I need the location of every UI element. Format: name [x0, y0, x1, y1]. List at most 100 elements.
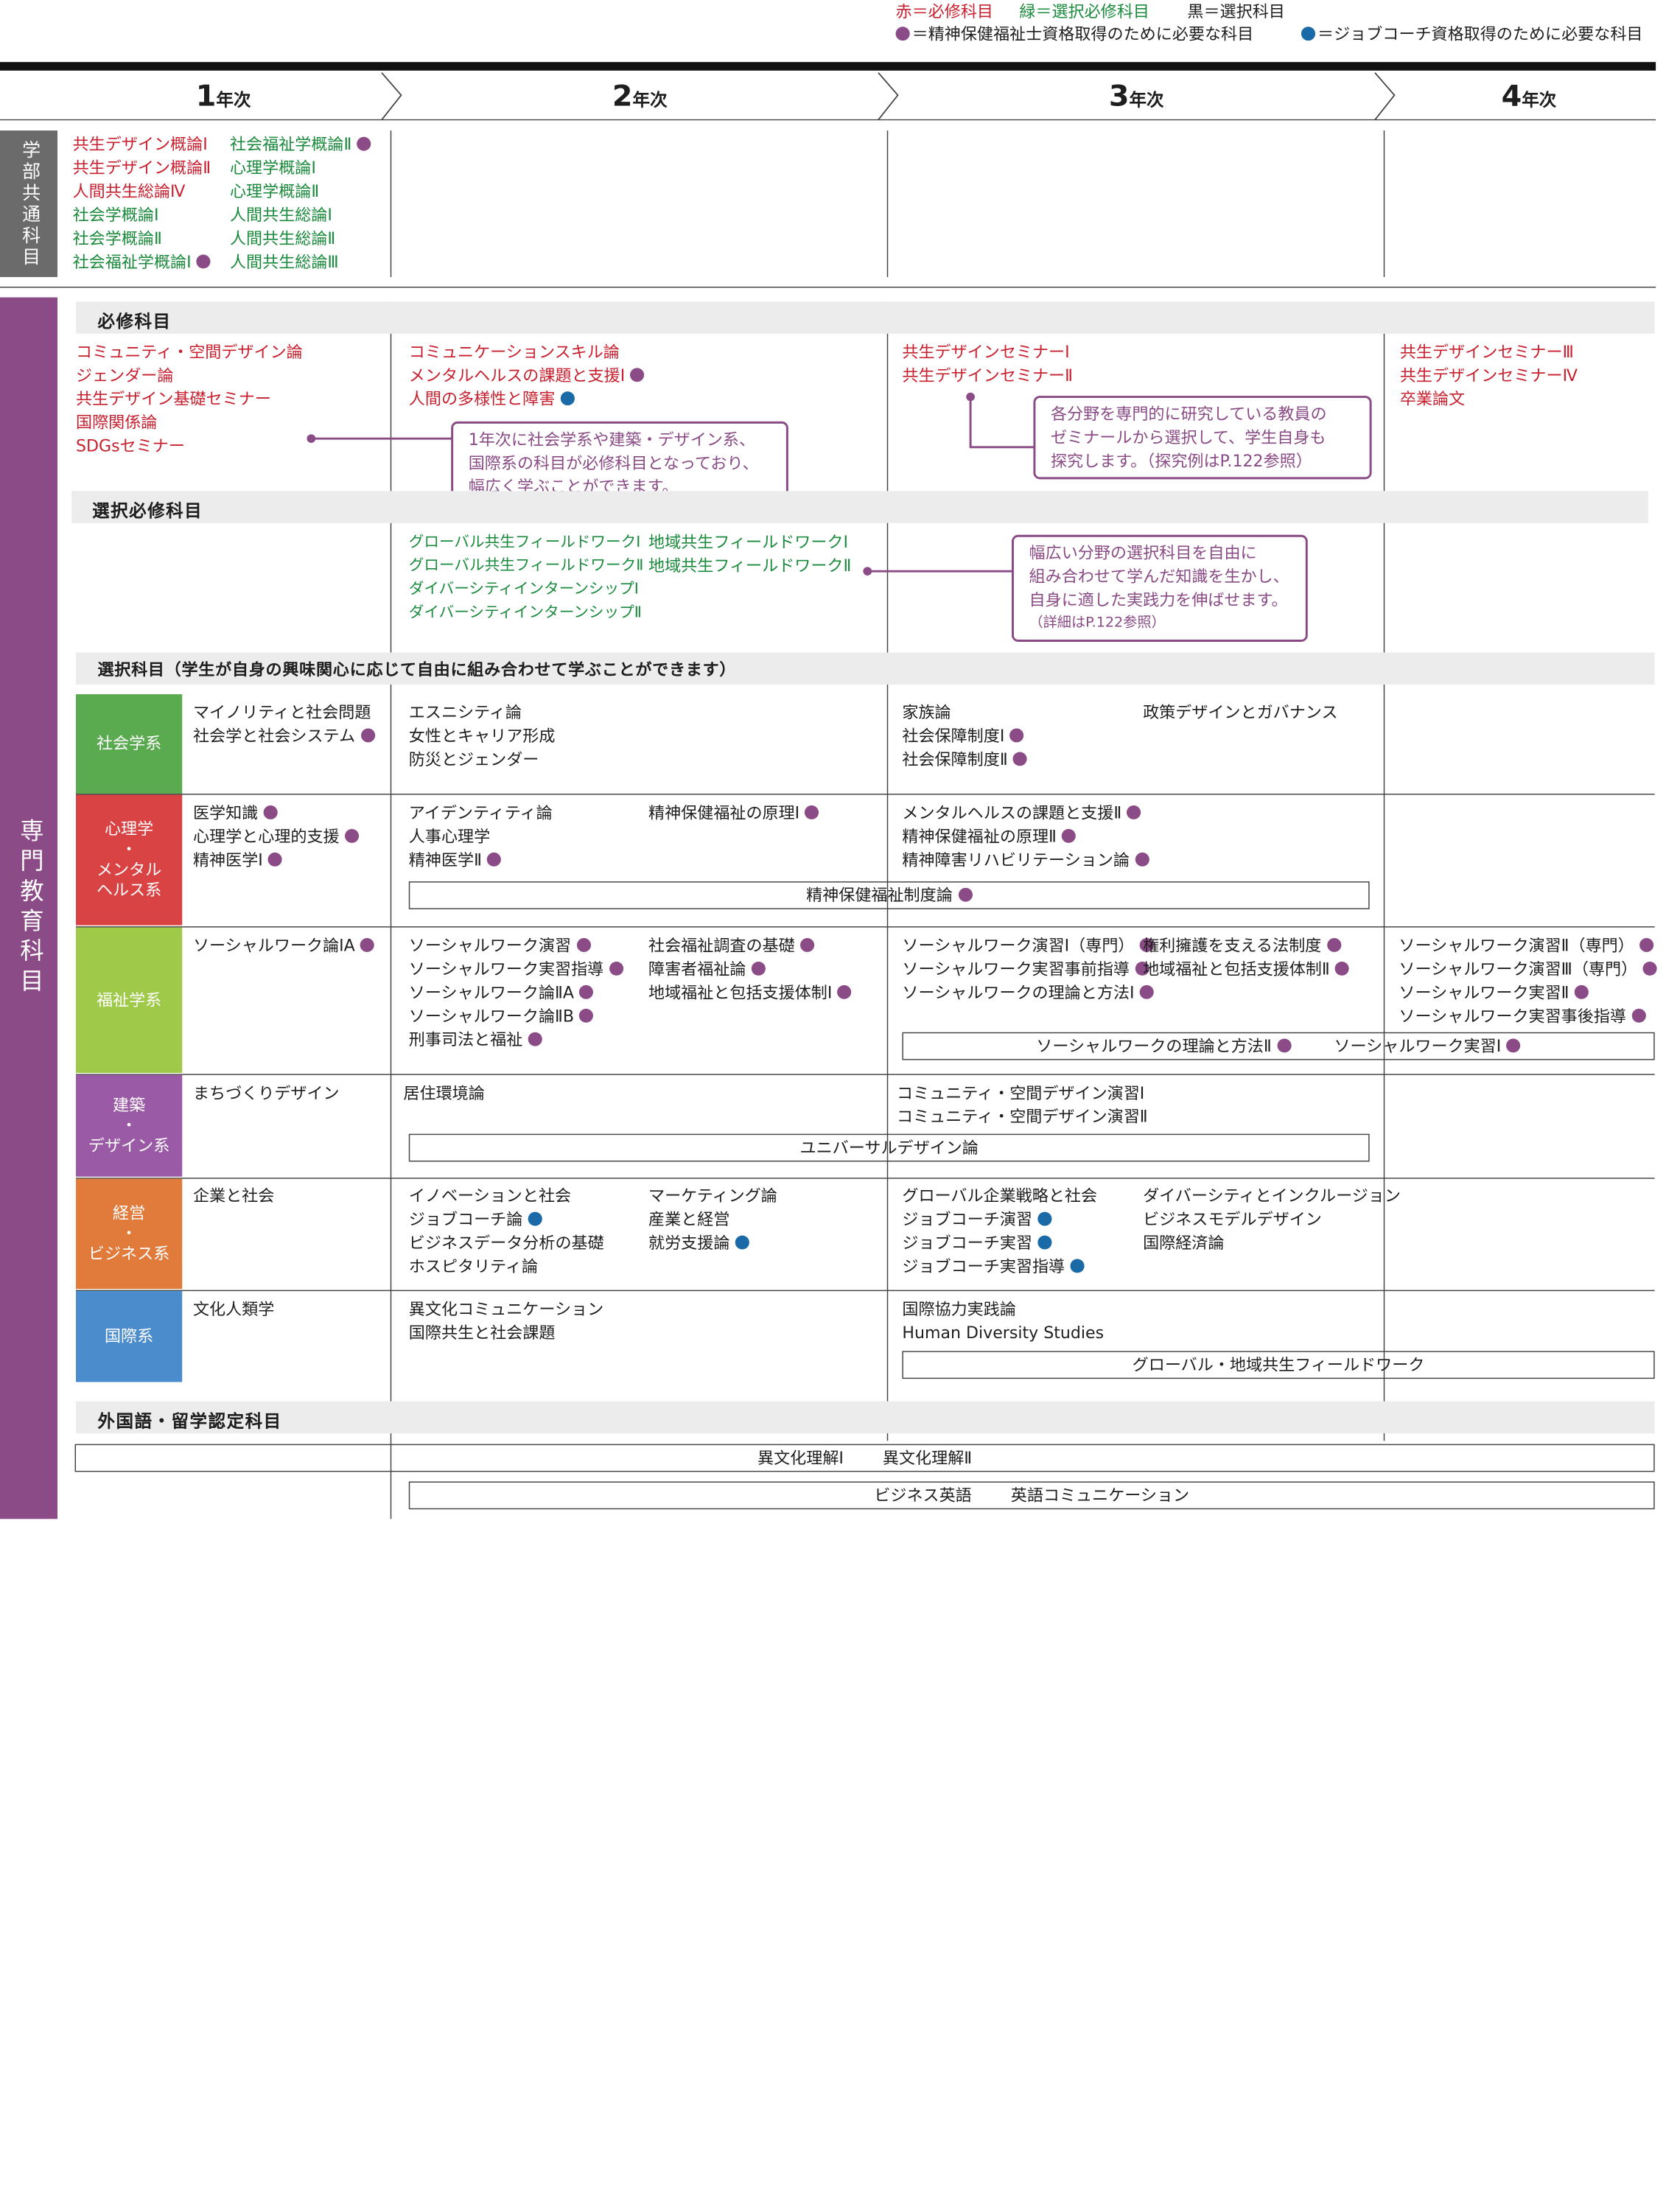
course: ジョブコーチ論	[409, 1208, 542, 1231]
course: ソーシャルワーク実習事前指導	[902, 957, 1149, 981]
blue-dot-icon	[1037, 1235, 1052, 1250]
purple-dot-icon	[360, 938, 375, 952]
course: 医学知識	[193, 801, 278, 825]
sidebar-specialized-label: 専門教育科目	[15, 818, 43, 998]
course: グローバル共生フィールドワークⅡ	[408, 557, 644, 575]
course: 地域福祉と包括支援体制Ⅰ	[648, 981, 852, 1004]
purple-dot-icon	[360, 728, 375, 743]
course: アイデンティティ論	[408, 803, 553, 823]
course: マーケティング論	[648, 1186, 777, 1206]
course: 社会保障制度Ⅰ	[902, 724, 1024, 748]
purple-dot-icon	[1574, 984, 1589, 999]
course: ダイバーシティとインクルージョン	[1143, 1186, 1401, 1206]
course: 地域共生フィールドワークⅠ	[648, 532, 848, 553]
course: 精神保健福祉の原理Ⅱ	[902, 825, 1077, 848]
span-course: ソーシャルワークの理論と方法Ⅱ ソーシャルワーク実習Ⅰ	[902, 1032, 1655, 1060]
purple-dot-icon	[837, 984, 852, 999]
course: コミュニティ・空間デザイン演習Ⅱ	[897, 1107, 1148, 1127]
course: まちづくりデザイン	[192, 1083, 340, 1103]
purple-dot-icon	[1009, 728, 1024, 743]
purple-dot-icon	[1139, 984, 1154, 999]
course: 精神障害リハビリテーション論	[902, 848, 1149, 872]
purple-dot-icon	[263, 805, 278, 819]
course: ソーシャルワーク論ⅡA	[409, 981, 594, 1004]
course: イノベーションと社会	[408, 1186, 572, 1206]
course: ソーシャルワーク実習事後指導	[1399, 1004, 1646, 1028]
course: ダイバーシティインターンシップⅠ	[408, 581, 639, 598]
course: 精神医学Ⅱ	[409, 848, 502, 872]
category-international: 国際系	[76, 1291, 183, 1382]
row-divider	[76, 1290, 1655, 1292]
course: ホスピタリティ論	[408, 1256, 539, 1276]
category-architecture: 建築・デザイン系	[76, 1074, 183, 1177]
course: 地域福祉と包括支援体制Ⅱ	[1143, 957, 1350, 981]
purple-dot-icon	[800, 938, 815, 952]
course: 社会保障制度Ⅱ	[902, 748, 1028, 772]
row-divider	[76, 926, 1655, 928]
purple-dot-icon	[1642, 961, 1657, 976]
blue-dot-icon	[528, 1211, 542, 1226]
purple-dot-icon	[958, 887, 973, 902]
course: 心理学と心理的支援	[193, 825, 360, 848]
course: ジョブコーチ実習指導	[902, 1255, 1085, 1279]
purple-dot-icon	[751, 961, 766, 976]
category-business: 経営・ビジネス系	[76, 1178, 183, 1290]
span-course: 精神保健福祉制度論	[408, 881, 1370, 909]
course: グローバル共生フィールドワークⅠ	[408, 534, 641, 551]
blue-dot-icon	[1070, 1259, 1085, 1273]
blue-dot-icon	[1037, 1211, 1052, 1226]
span-course: ビジネス英語 英語コミュニケーション	[408, 1481, 1655, 1510]
purple-dot-icon	[1127, 805, 1141, 819]
course: グローバル企業戦略と社会	[902, 1186, 1098, 1206]
course: Human Diversity Studies	[902, 1323, 1105, 1343]
course: ソーシャルワーク論ⅡB	[409, 1004, 594, 1028]
course: ソーシャルワーク論ⅠA	[193, 934, 375, 957]
purple-dot-icon	[579, 1008, 594, 1023]
course: 精神医学Ⅰ	[193, 848, 283, 872]
foreign-title: 外国語・留学認定科目	[97, 1410, 282, 1432]
course: ビジネスモデルデザイン	[1143, 1209, 1322, 1229]
course: メンタルヘルスの課題と支援Ⅱ	[902, 801, 1141, 825]
course: ジョブコーチ実習	[902, 1231, 1052, 1255]
course: 国際経済論	[1143, 1233, 1225, 1253]
elective-title: 選択科目（学生が自身の興味関心に応じて自由に組み合わせて学ぶことができます）	[97, 660, 737, 679]
purple-dot-icon	[1335, 961, 1350, 976]
purple-dot-icon	[579, 984, 594, 999]
blue-dot-icon	[735, 1235, 749, 1250]
span-course: グローバル・地域共生フィールドワーク	[902, 1351, 1655, 1379]
course: 家族論	[902, 702, 951, 722]
foreign-bar	[76, 1401, 1655, 1434]
course: ジョブコーチ演習	[902, 1208, 1052, 1231]
purple-dot-icon	[487, 852, 502, 867]
note-elective-required: 幅広い分野の選択科目を自由に 組み合わせて学んだ知識を生かし、 自身に適した実践力を…	[1012, 534, 1308, 642]
span-course: 異文化理解Ⅰ 異文化理解Ⅱ	[74, 1444, 1655, 1472]
purple-dot-icon	[268, 852, 283, 867]
course: ソーシャルワーク実習指導	[409, 957, 623, 981]
course: ビジネスデータ分析の基礎	[408, 1233, 604, 1253]
course: ソーシャルワーク演習Ⅲ（専門）	[1399, 957, 1657, 981]
span-course: ユニバーサルデザイン論	[408, 1133, 1370, 1162]
course: 女性とキャリア形成	[408, 726, 556, 746]
course: 企業と社会	[192, 1186, 275, 1206]
course: マイノリティと社会問題	[192, 702, 371, 722]
course: 国際共生と社会課題	[408, 1323, 556, 1343]
elective-required-title: 選択必修科目	[92, 500, 203, 521]
note-seminar: 各分野を専門的に研究している教員の ゼミナールから選択して、学生自身も 探究します。…	[1033, 396, 1372, 480]
course: ダイバーシティインターンシップⅡ	[408, 604, 642, 622]
course: 文化人類学	[192, 1299, 275, 1319]
course: 権利擁護を支える法制度	[1143, 934, 1341, 957]
course: エスニシティ論	[408, 702, 522, 722]
course: 社会学と社会システム	[193, 724, 375, 748]
purple-dot-icon	[1277, 1038, 1292, 1053]
course: ソーシャルワーク演習	[409, 934, 591, 957]
course: 国際協力実践論	[902, 1299, 1016, 1319]
course: コミュニティ・空間デザイン演習Ⅰ	[897, 1083, 1145, 1103]
purple-dot-icon	[1639, 938, 1654, 952]
purple-dot-icon	[805, 805, 819, 819]
purple-dot-icon	[528, 1032, 542, 1046]
course: 居住環境論	[403, 1083, 485, 1103]
course: 防災とジェンダー	[408, 749, 539, 769]
purple-dot-icon	[1631, 1008, 1646, 1023]
purple-dot-icon	[1013, 752, 1028, 766]
course: 人事心理学	[408, 827, 491, 847]
